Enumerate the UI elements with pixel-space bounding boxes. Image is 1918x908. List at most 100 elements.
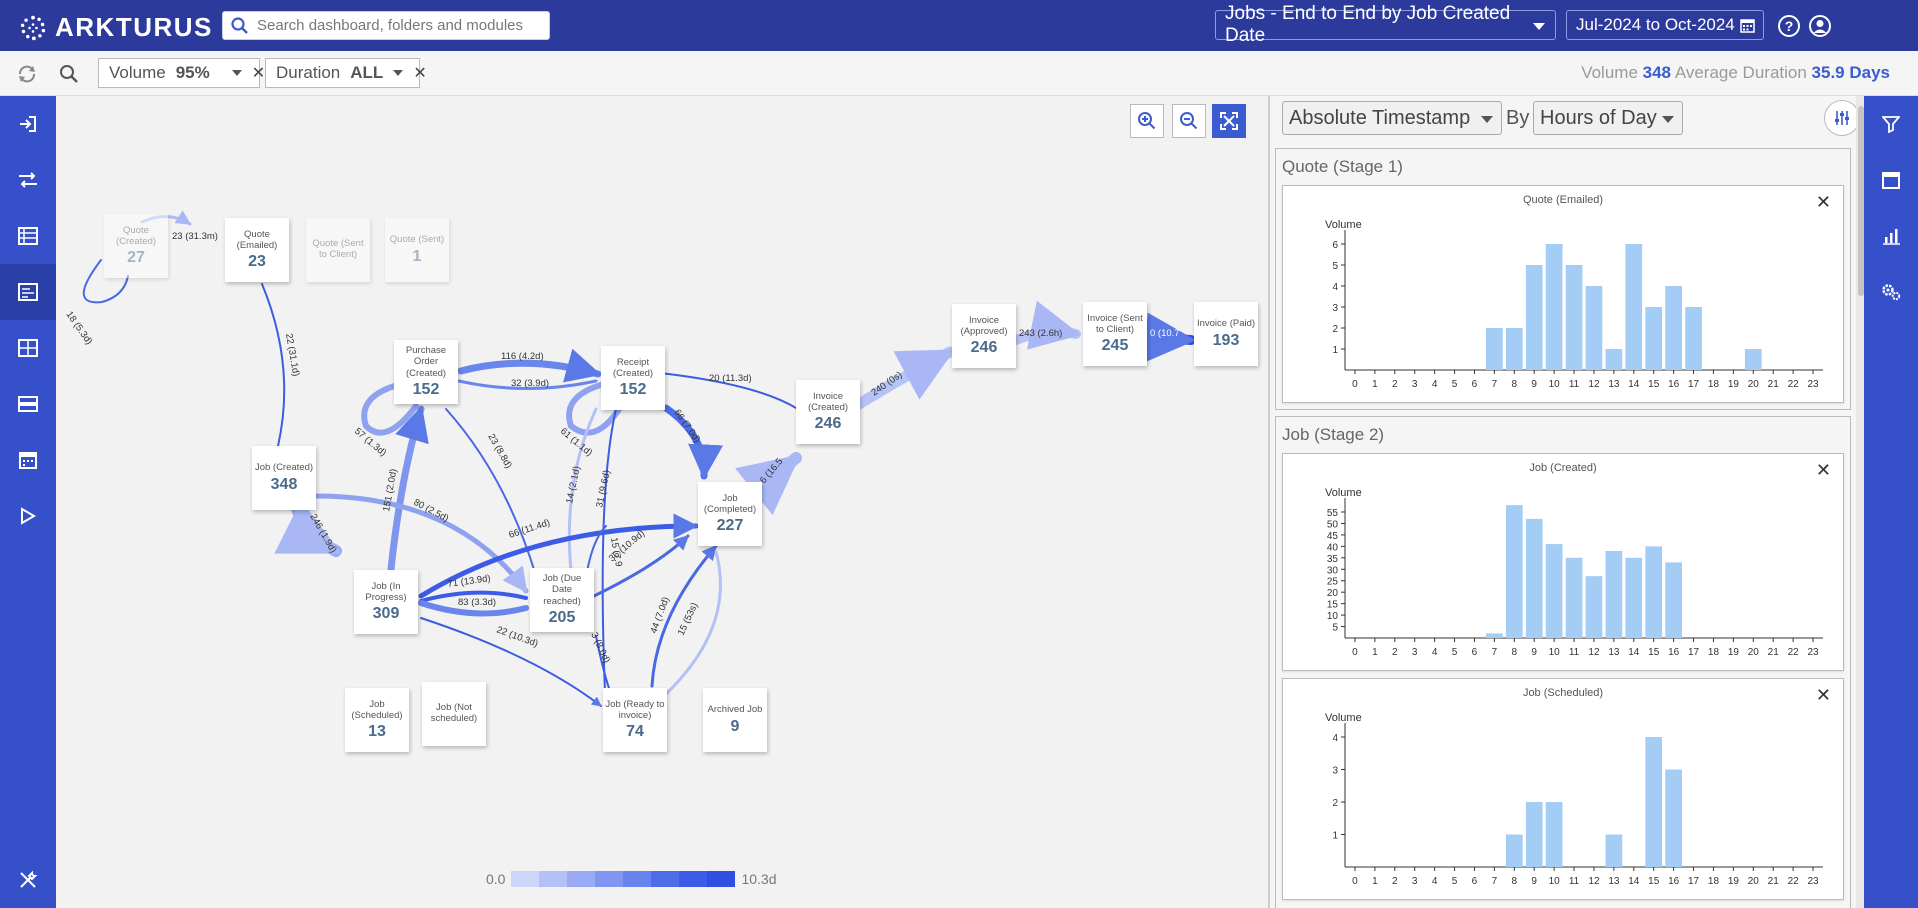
histogram-bar	[1645, 546, 1663, 638]
summary-stats: Volume 348 Average Duration 35.9 Days	[1581, 63, 1890, 83]
filter-button[interactable]	[1864, 96, 1918, 152]
process-node[interactable]: Purchase Order (Created) 152	[394, 340, 458, 404]
node-label: Job (Completed)	[703, 492, 757, 515]
filter-chip-value: 95%	[175, 63, 210, 82]
process-node[interactable]: Job (Created) 348	[252, 446, 316, 510]
nav-dashboard[interactable]	[0, 320, 56, 376]
chevron-down-icon[interactable]	[231, 70, 242, 76]
x-tick-label: 12	[1588, 647, 1600, 658]
legend-swatch	[651, 871, 680, 887]
expand-icon	[1220, 112, 1238, 130]
node-value: 27	[127, 249, 145, 267]
process-node[interactable]: Job (Due Date reached) 205	[530, 568, 594, 632]
process-node[interactable]: Invoice (Approved) 246	[952, 304, 1016, 368]
date-range-selector[interactable]: Jul-2024 to Oct-2024	[1566, 10, 1764, 40]
bar-chart-icon	[1883, 229, 1900, 245]
close-icon[interactable]: ✕	[1816, 685, 1831, 706]
calendar-icon	[1882, 172, 1900, 189]
group-by-select[interactable]: Hours of Day	[1533, 101, 1683, 135]
process-node[interactable]: Job (In Progress) 309	[354, 570, 418, 634]
histogram-bar	[1744, 349, 1762, 370]
process-node[interactable]: Invoice (Paid) 193	[1194, 302, 1258, 366]
filter-icon	[1882, 116, 1900, 133]
app-logo[interactable]: ARKTURUS	[18, 12, 213, 43]
process-node[interactable]: Archived Job 9	[703, 688, 767, 752]
close-icon[interactable]: ✕	[1816, 192, 1831, 213]
close-icon[interactable]: ✕	[252, 63, 265, 83]
x-tick-label: 7	[1492, 647, 1498, 658]
panel-settings-button[interactable]	[1824, 100, 1860, 136]
process-map-canvas[interactable]: 23 (31.3m) 18 (5.3d) 22 (31.1d) 116 (4.2…	[56, 96, 1268, 908]
node-label: Job (Ready to invoice)	[605, 698, 665, 721]
chevron-down-icon	[1662, 116, 1674, 123]
nav-process-map[interactable]	[0, 264, 56, 320]
x-tick-label: 21	[1768, 379, 1780, 390]
y-tick-label: 5	[1332, 261, 1338, 272]
x-tick-label: 12	[1588, 379, 1600, 390]
x-tick-label: 2	[1392, 647, 1398, 658]
process-node[interactable]: Job (Ready to invoice) 74	[603, 688, 667, 752]
search-icon[interactable]	[58, 63, 80, 85]
process-node[interactable]: Invoice (Created) 246	[796, 380, 860, 444]
gears-icon	[1882, 284, 1901, 301]
calendar-icon	[19, 452, 37, 469]
zoom-out-button[interactable]	[1172, 104, 1206, 138]
calendar-button[interactable]	[1864, 152, 1918, 208]
search-input[interactable]: Search dashboard, folders and modules	[222, 11, 550, 40]
y-axis-label: Volume	[1325, 712, 1362, 724]
histogram-bar	[1585, 286, 1603, 370]
process-node[interactable]: Job (Scheduled) 13	[345, 688, 409, 752]
process-node[interactable]: Job (Not scheduled)	[422, 682, 486, 746]
x-tick-label: 4	[1432, 379, 1438, 390]
x-tick-label: 1	[1372, 379, 1378, 390]
refresh-icon[interactable]	[16, 63, 38, 85]
x-tick-label: 15	[1648, 379, 1660, 390]
y-tick-label: 55	[1327, 508, 1339, 519]
nav-tools[interactable]	[0, 852, 56, 908]
nav-flows[interactable]	[0, 152, 56, 208]
node-value: 245	[1101, 337, 1129, 355]
nav-calendar[interactable]	[0, 432, 56, 488]
histogram-bar	[1565, 557, 1583, 638]
nav-reports[interactable]	[0, 208, 56, 264]
x-tick-label: 22	[1788, 379, 1800, 390]
process-node[interactable]: Quote (Emailed) 23	[225, 218, 289, 282]
close-icon[interactable]: ✕	[413, 63, 426, 83]
filter-chip-volume[interactable]: Volume 95% ✕	[98, 58, 265, 88]
edge-label: 116 (4.2d)	[501, 351, 544, 362]
process-node[interactable]: Invoice (Sent to Client) 245	[1083, 302, 1147, 366]
zoom-in-button[interactable]	[1130, 104, 1164, 138]
chart-button[interactable]	[1864, 208, 1918, 264]
duration-value: 35.9 Days	[1811, 63, 1890, 82]
user-icon[interactable]	[1808, 14, 1832, 38]
edge-label: 83 (3.3d)	[458, 597, 496, 608]
node-value: 227	[716, 517, 744, 535]
process-node[interactable]: Receipt (Created) 152	[601, 346, 665, 410]
histogram-bar	[1665, 769, 1682, 867]
settings-button[interactable]	[1864, 264, 1918, 320]
volume-label: Volume	[1581, 63, 1638, 82]
y-tick-label: 40	[1327, 542, 1339, 553]
timestamp-select[interactable]: Absolute Timestamp	[1282, 101, 1502, 135]
filter-chip-label: Duration	[276, 63, 341, 82]
node-label: Job (In Progress)	[365, 580, 407, 603]
nav-data[interactable]	[0, 376, 56, 432]
y-tick-label: 10	[1327, 611, 1339, 622]
filter-chip-duration[interactable]: Duration ALL ✕	[265, 58, 427, 88]
nav-login[interactable]	[0, 96, 56, 152]
close-icon[interactable]: ✕	[1816, 460, 1831, 481]
node-label: Receipt (Created)	[612, 356, 654, 379]
process-node[interactable]: Quote (Created) 27	[104, 214, 168, 278]
zoom-in-icon	[1138, 112, 1156, 130]
fit-screen-button[interactable]	[1212, 104, 1246, 138]
chevron-down-icon[interactable]	[393, 70, 404, 76]
legend-swatch	[707, 871, 736, 887]
process-node[interactable]: Quote (Sent) 1	[385, 218, 449, 282]
process-node[interactable]: Quote (Sent to Client)	[306, 218, 370, 282]
help-icon[interactable]: ?	[1777, 14, 1801, 38]
view-selector[interactable]: Jobs - End to End by Job Created Date	[1215, 3, 1556, 46]
edge-label: 0 (10.7	[1150, 328, 1180, 339]
x-tick-label: 20	[1748, 876, 1760, 887]
nav-play[interactable]	[0, 488, 56, 544]
process-node[interactable]: Job (Completed) 227	[698, 482, 762, 546]
